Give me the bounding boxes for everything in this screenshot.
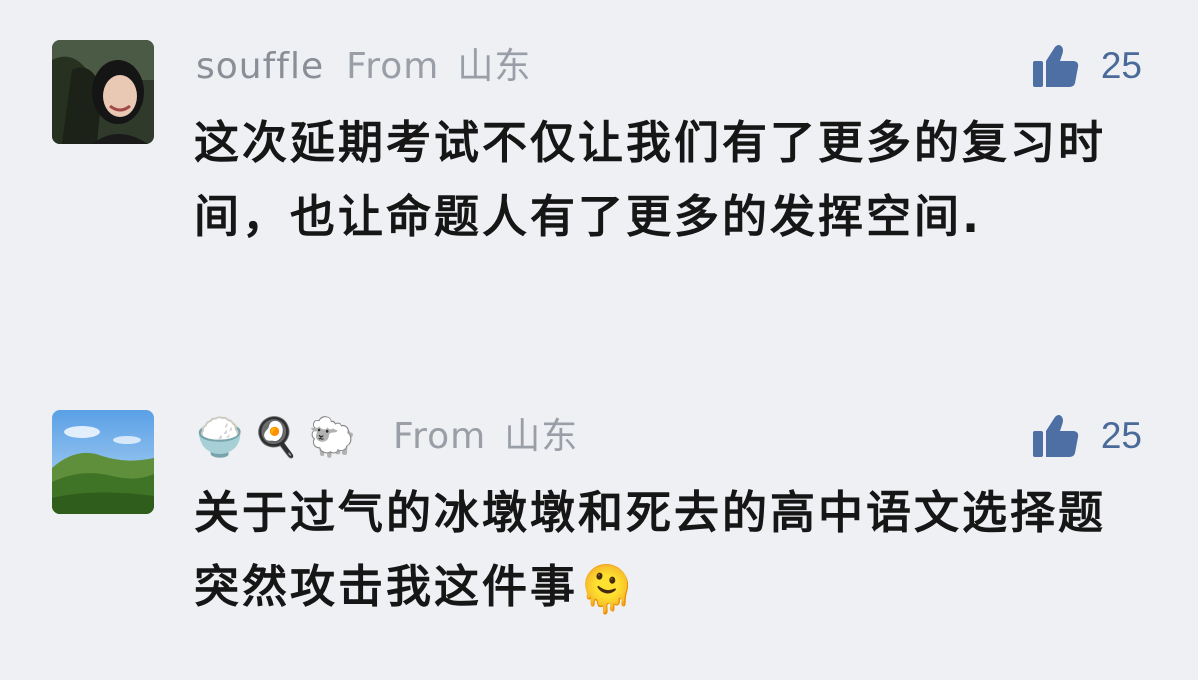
comment-text-content: 这次延期考试不仅让我们有了更多的复习时间，也让命题人有了更多的发挥空间. — [194, 116, 1107, 243]
like-count: 25 — [1100, 45, 1142, 86]
comment-text: 关于过气的冰墩墩和死去的高中语文选择题突然攻击我这件事🫠 — [194, 476, 1124, 626]
location: 山东 — [504, 416, 579, 457]
avatar-photo — [52, 410, 154, 514]
avatar[interactable] — [52, 40, 154, 144]
location: 山东 — [457, 46, 532, 87]
like-button[interactable]: 25 — [1031, 38, 1142, 94]
avatar-photo — [52, 40, 154, 144]
thumbs-up-icon — [1032, 45, 1079, 87]
sheep-emoji: 🐑 — [308, 415, 357, 459]
fried-egg-emoji: 🍳 — [252, 415, 301, 459]
like-button[interactable]: 25 — [1031, 408, 1142, 464]
from-label: From — [346, 46, 440, 87]
username[interactable]: souffle — [196, 42, 324, 92]
melting-face-emoji: 🫠 — [578, 562, 639, 616]
comment-meta: 🍚 🍳 🐑 From 山东 — [196, 412, 578, 462]
comment-meta: souffle From 山东 — [196, 42, 531, 92]
rice-emoji: 🍚 — [196, 415, 245, 459]
avatar[interactable] — [52, 410, 154, 514]
from-label: From — [392, 416, 487, 457]
thumbs-up-icon — [1032, 415, 1079, 457]
like-count: 25 — [1100, 415, 1142, 456]
comment-text-content: 关于过气的冰墩墩和死去的高中语文选择题突然攻击我这件事 — [194, 486, 1107, 613]
comment-text: 这次延期考试不仅让我们有了更多的复习时间，也让命题人有了更多的发挥空间. — [194, 106, 1124, 254]
emoji-username[interactable]: 🍚 🍳 🐑 — [196, 412, 365, 462]
